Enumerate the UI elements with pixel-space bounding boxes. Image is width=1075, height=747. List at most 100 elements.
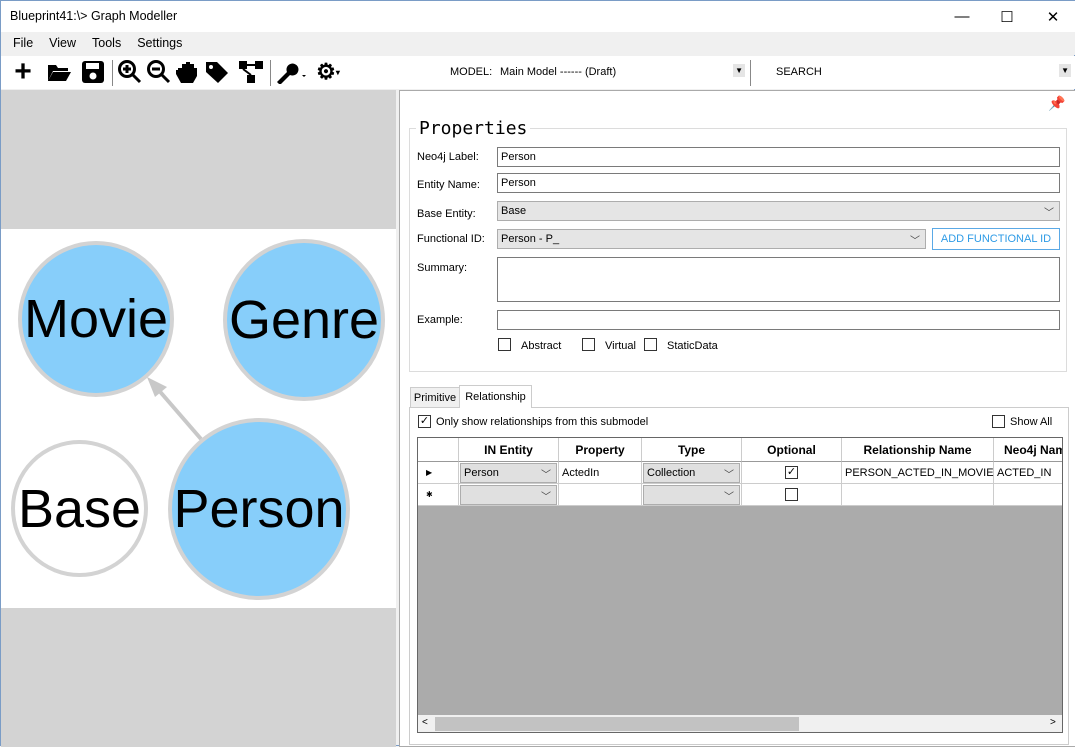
new-row-icon: ✱ [418, 484, 459, 506]
add-icon[interactable]: + [9, 55, 37, 88]
virtual-label: Virtual [605, 340, 636, 352]
functional-id-value: Person - P_ [501, 233, 560, 245]
column-header-relationship-name[interactable]: Relationship Name [842, 438, 994, 462]
column-header-neo4j-name[interactable]: Neo4j Nam [994, 438, 1062, 462]
search-combo[interactable]: SEARCH ▼ [771, 60, 1073, 84]
graph-panel: Movie Genre Base Person [1, 90, 396, 747]
add-functional-id-button[interactable]: ADD FUNCTIONAL ID [932, 228, 1060, 250]
in-entity-value: Person [464, 467, 499, 479]
zoom-in-icon[interactable] [116, 58, 144, 86]
staticdata-label: StaticData [667, 340, 718, 352]
node-person[interactable]: Person [168, 418, 350, 600]
menu-bar: File View Tools Settings [1, 32, 1075, 55]
optional-cell[interactable]: ✓ [742, 462, 842, 484]
show-all-checkbox[interactable] [992, 415, 1005, 428]
zoom-out-icon[interactable] [145, 58, 173, 86]
settings-dropdown-icon[interactable]: ⚙ ▾ [311, 58, 345, 86]
column-header-optional[interactable]: Optional [742, 438, 842, 462]
example-label: Example: [417, 314, 463, 326]
column-header-in-entity[interactable]: IN Entity [459, 438, 559, 462]
node-label: Movie [23, 289, 169, 349]
abstract-checkbox[interactable] [498, 338, 511, 351]
base-entity-value: Base [501, 205, 527, 217]
scroll-left-icon[interactable]: < [422, 717, 428, 728]
in-entity-cell[interactable]: Person ﹀ [459, 462, 559, 484]
property-cell[interactable]: ActedIn [559, 462, 642, 484]
save-icon[interactable] [79, 58, 107, 86]
entity-name-label: Entity Name: [417, 179, 480, 191]
base-entity-label: Base Entity: [417, 208, 476, 220]
neo4j-name-cell[interactable]: ACTED_IN [994, 462, 1062, 484]
staticdata-checkbox[interactable] [644, 338, 657, 351]
chevron-down-icon: ﹀ [541, 470, 551, 481]
neo4j-name-cell[interactable] [994, 484, 1062, 506]
row-selector-icon: ▶ [418, 462, 459, 484]
virtual-checkbox[interactable] [582, 338, 595, 351]
chevron-down-icon: ﹀ [724, 492, 734, 503]
chevron-down-icon: ▼ [1059, 64, 1071, 77]
wrench-dropdown-icon[interactable] [274, 58, 308, 86]
property-cell[interactable] [559, 484, 642, 506]
optional-checkbox[interactable]: ✓ [785, 466, 798, 479]
node-movie[interactable]: Movie [18, 241, 174, 397]
tab-relationship[interactable]: Relationship [459, 385, 532, 408]
only-submodel-label: Only show relationships from this submod… [436, 416, 649, 428]
search-value: SEARCH [776, 66, 822, 78]
properties-title: Properties [416, 118, 531, 139]
only-submodel-checkbox[interactable]: ✓ [418, 415, 431, 428]
type-value: Collection [647, 467, 696, 479]
chevron-down-icon: ﹀ [910, 236, 920, 247]
title-bar: Blueprint41:\> Graph Modeller — ☐ ✕ [1, 1, 1075, 32]
menu-view[interactable]: View [41, 32, 84, 55]
neo4j-label-label: Neo4j Label: [417, 151, 479, 163]
close-button[interactable]: ✕ [1030, 1, 1075, 32]
minimize-button[interactable]: — [939, 1, 985, 32]
node-label: Base [17, 478, 142, 539]
node-base[interactable]: Base [11, 440, 148, 577]
model-value: Main Model ------ (Draft) [500, 66, 617, 78]
relationship-grid: IN Entity Property Type Optional Relatio… [417, 437, 1063, 733]
summary-textarea[interactable] [497, 257, 1060, 302]
scrollbar-thumb[interactable] [435, 717, 799, 731]
neo4j-label-input[interactable]: Person [497, 147, 1060, 167]
column-header-type[interactable]: Type [642, 438, 742, 462]
type-cell[interactable]: Collection ﹀ [642, 462, 742, 484]
type-cell[interactable]: ﹀ [642, 484, 742, 506]
relationship-name-cell[interactable]: PERSON_ACTED_IN_MOVIE [842, 462, 994, 484]
base-entity-select[interactable]: Base ﹀ [497, 201, 1060, 221]
abstract-label: Abstract [521, 340, 562, 352]
chevron-down-icon: ▼ [733, 64, 745, 77]
horizontal-scrollbar[interactable]: < > [418, 715, 1062, 732]
column-header-property[interactable]: Property [559, 438, 642, 462]
optional-cell[interactable] [742, 484, 842, 506]
properties-panel: 📌 Properties Neo4j Label: Person Entity … [399, 90, 1075, 747]
open-folder-icon[interactable] [45, 58, 73, 86]
hand-pan-icon[interactable] [173, 58, 201, 86]
in-entity-cell[interactable]: ﹀ [459, 484, 559, 506]
hierarchy-icon[interactable] [237, 58, 265, 86]
summary-label: Summary: [417, 262, 468, 274]
relationship-name-cell[interactable] [842, 484, 994, 506]
optional-checkbox[interactable] [785, 488, 798, 501]
chevron-down-icon: ﹀ [541, 492, 551, 503]
menu-tools[interactable]: Tools [84, 32, 129, 55]
example-input[interactable] [497, 310, 1060, 330]
scroll-right-icon[interactable]: > [1050, 717, 1056, 728]
menu-settings[interactable]: Settings [129, 32, 190, 55]
graph-canvas[interactable]: Movie Genre Base Person [1, 229, 396, 608]
chevron-down-icon: ﹀ [724, 470, 734, 481]
node-label: Person [173, 479, 345, 539]
entity-name-input[interactable]: Person [497, 173, 1060, 193]
toolbar: + ⚙ ▾ MODEL: Main Model ------ (Draft) ▼ … [1, 55, 1075, 89]
model-select[interactable]: Main Model ------ (Draft) ▼ [495, 60, 747, 84]
node-genre[interactable]: Genre [223, 239, 385, 401]
window-title: Blueprint41:\> Graph Modeller [10, 9, 178, 23]
model-label: MODEL: [450, 66, 493, 78]
menu-file[interactable]: File [5, 32, 41, 55]
node-label: Genre [228, 290, 380, 350]
tab-primitive[interactable]: Primitive [410, 387, 460, 407]
tag-icon[interactable] [203, 58, 231, 86]
pin-icon[interactable]: 📌 [1048, 95, 1065, 112]
functional-id-select[interactable]: Person - P_ ﹀ [497, 229, 926, 249]
maximize-button[interactable]: ☐ [984, 1, 1030, 32]
